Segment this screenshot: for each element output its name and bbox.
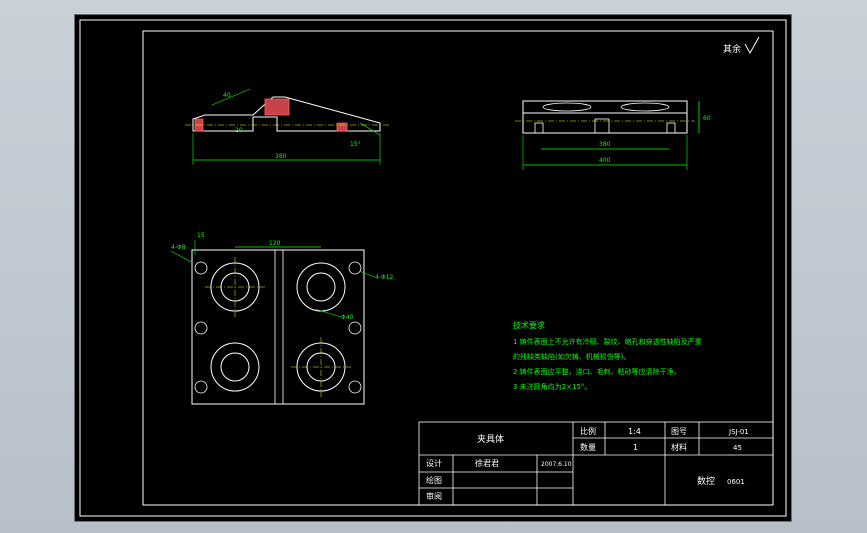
designer: 徐君君 [475, 458, 499, 468]
drawing-no-value: JSJ-01 [728, 428, 749, 436]
cad-viewport[interactable]: 其余 380 40 20 15° 380 400 60 120 4-Φ8 4-Φ… [74, 14, 792, 522]
dim-side-width: 380 [599, 141, 611, 148]
scale-label: 比例 [580, 426, 596, 436]
sheet-outer-border [79, 19, 787, 517]
dim-front-angle: 15° [350, 141, 361, 148]
material-label: 材料 [671, 442, 687, 452]
scale-value: 1:4 [628, 427, 641, 436]
tech-req-line-4: 3 未注圆角均为2×15°。 [513, 382, 591, 391]
dim-top-bore: Φ40 [341, 314, 354, 321]
dim-top-len: 120 [269, 240, 281, 247]
dim-side-total: 400 [599, 157, 611, 164]
tech-requirements: 技术要求 1 铸件表面上不允许有冷隔、裂纹、缩孔和穿透性缺陷及严重 的残缺类缺陷… [513, 320, 702, 391]
drawing-canvas: 其余 380 40 20 15° 380 400 60 120 4-Φ8 4-Φ… [79, 19, 787, 517]
tech-req-title: 技术要求 [513, 320, 545, 330]
design-label: 设计 [426, 458, 442, 468]
drawing-no-label: 图号 [671, 427, 687, 436]
dim-front-a: 40 [223, 92, 231, 99]
title-block [418, 421, 774, 506]
roughness-symbol: 其余 [723, 36, 760, 55]
front-view: 380 40 20 15° [185, 88, 390, 165]
tech-req-line-1: 1 铸件表面上不允许有冷隔、裂纹、缩孔和穿透性缺陷及严重 [513, 337, 702, 346]
design-date: 2007.6.10 [541, 461, 572, 468]
title-block-text: 夹具体 比例 1:4 图号 JSJ-01 数量 1 材料 45 设计 徐君君 2… [426, 426, 749, 501]
draw-label: 绘图 [426, 475, 442, 485]
tech-req-line-2: 的残缺类缺陷(如欠铸、机械损伤等)。 [513, 352, 630, 361]
top-view: 120 4-Φ8 4-Φ12 15 Φ40 [170, 232, 394, 405]
side-view: 380 400 60 [515, 100, 711, 170]
qty-label: 数量 [580, 442, 596, 452]
dim-side-height: 60 [703, 115, 711, 122]
class-label: 0601 [727, 478, 745, 486]
section-hatch [264, 98, 290, 116]
roughness-note: 其余 [723, 43, 741, 55]
dim-front-total: 380 [275, 153, 287, 160]
tech-req-line-3: 2 铸件表面应平整，浇口、毛刺、粘砂等应清除干净。 [513, 367, 681, 376]
dim-top-offset: 15 [197, 232, 205, 239]
part-name: 夹具体 [477, 433, 504, 445]
qty-value: 1 [633, 443, 638, 452]
dim-front-b: 20 [235, 127, 243, 134]
material-value: 45 [733, 444, 742, 452]
school-label: 数控 [697, 475, 715, 487]
review-label: 审阅 [426, 491, 442, 501]
dim-hole-right: 4-Φ12 [375, 274, 394, 281]
dim-hole-left: 4-Φ8 [171, 244, 186, 251]
